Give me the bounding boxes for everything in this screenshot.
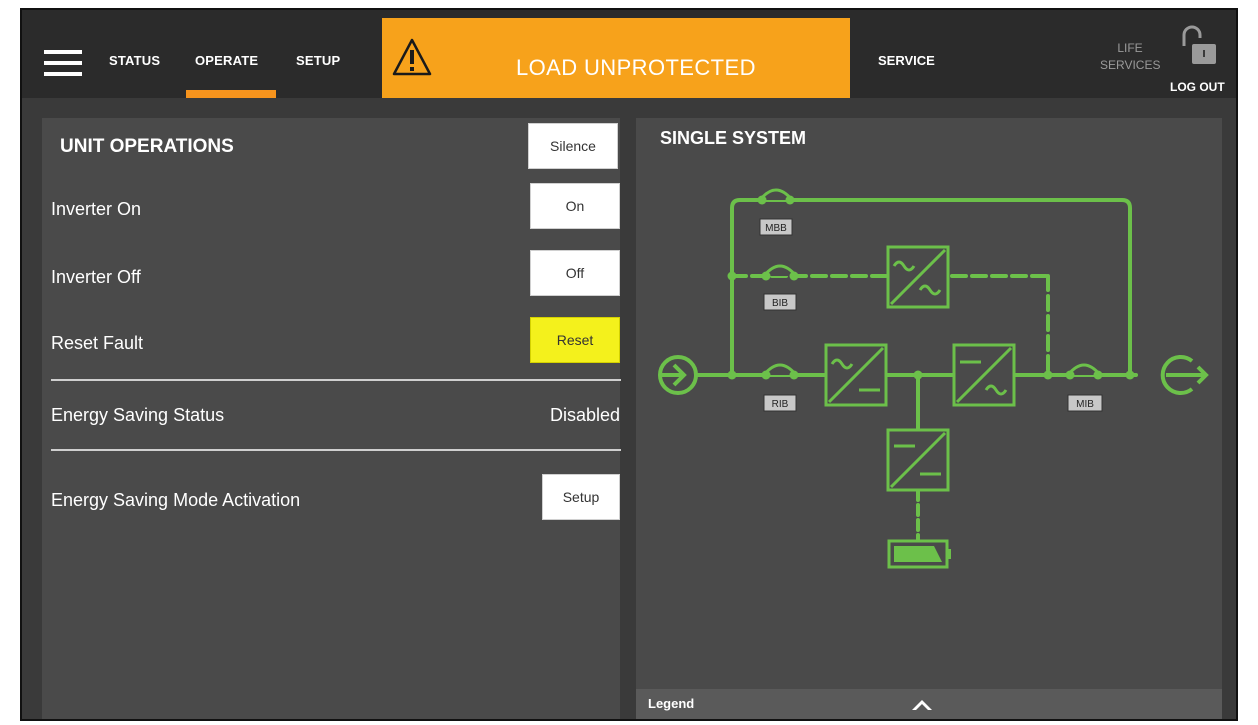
inverter-on-button[interactable]: On [530,183,620,229]
bib-breaker[interactable]: BIB [761,264,799,311]
rib-label: RIB [772,399,789,410]
logout-button[interactable]: LOG OUT [1168,24,1228,94]
unlock-icon [1182,25,1216,64]
inverter-off-button[interactable]: Off [530,250,620,296]
tab-operate[interactable]: OPERATE [195,53,258,68]
warning-icon [392,38,432,76]
mib-label: MIB [1076,399,1094,410]
menu-icon[interactable] [44,50,82,76]
active-tab-indicator [186,90,276,98]
input-arrow-icon [658,355,698,395]
top-navigation-bar: STATUS OPERATE SETUP LOAD UNPROTECTED SE… [22,10,1236,98]
life-services-line2: SERVICES [1100,58,1161,72]
life-services-line1: LIFE [1117,41,1143,55]
energy-saving-status-label: Energy Saving Status [51,405,225,425]
energy-saving-activation-label: Energy Saving Mode Activation [51,490,301,510]
reset-fault-button[interactable]: Reset [530,317,620,363]
mbb-breaker[interactable]: MBB [757,188,795,236]
unit-operations-title: UNIT OPERATIONS [60,136,234,157]
divider [51,379,621,381]
single-system-panel: SINGLE SYSTEM MBB BIB RIB MIB Legend [636,118,1222,719]
static-switch-block[interactable] [886,245,950,309]
inverter-block[interactable] [952,343,1016,407]
ups-screen: STATUS OPERATE SETUP LOAD UNPROTECTED SE… [20,8,1238,721]
output-arrow-icon [1160,355,1209,395]
inverter-on-label: Inverter On [51,199,142,219]
silence-button[interactable]: Silence [528,123,618,169]
bib-label: BIB [772,298,788,309]
energy-saving-status-value: Disabled [549,405,620,425]
logout-label: LOG OUT [1170,80,1225,94]
battery-icon[interactable] [887,539,951,569]
rectifier-block[interactable] [824,343,888,407]
energy-saving-setup-button[interactable]: Setup [542,474,620,520]
mib-breaker[interactable]: MIB [1065,363,1103,412]
divider [51,449,621,451]
legend-bar[interactable]: Legend [636,689,1222,719]
legend-label: Legend [648,696,695,711]
reset-fault-label: Reset Fault [51,333,144,353]
rib-breaker[interactable]: RIB [761,363,799,412]
alarm-banner[interactable]: LOAD UNPROTECTED [382,18,850,98]
mbb-label: MBB [765,223,787,234]
dc-converter-block[interactable] [886,428,950,492]
tab-service[interactable]: SERVICE [878,53,935,68]
tab-setup[interactable]: SETUP [296,53,340,68]
unit-operations-panel: UNIT OPERATIONS Silence Inverter On On I… [42,118,621,719]
alarm-text: LOAD UNPROTECTED [516,55,756,80]
one-line-diagram: MBB BIB RIB MIB [658,188,1209,569]
tab-life-services[interactable]: LIFE SERVICES [1100,40,1160,74]
tab-status[interactable]: STATUS [109,53,160,68]
inverter-off-label: Inverter Off [51,267,141,287]
chevron-up-icon[interactable] [911,697,933,711]
